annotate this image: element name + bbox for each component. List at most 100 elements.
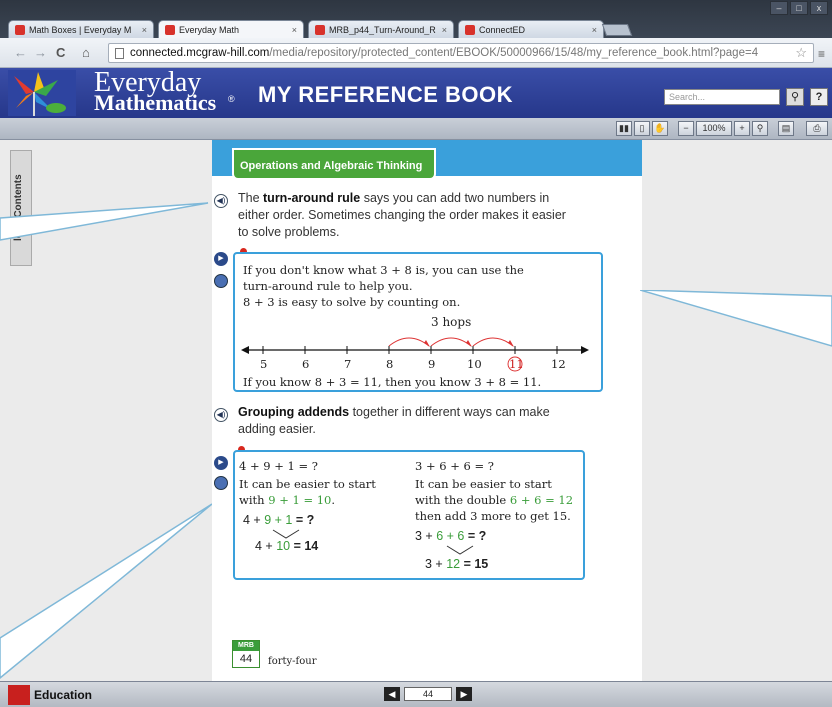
menu-icon[interactable]: ≡ <box>818 47 825 61</box>
search-icon[interactable]: ⚲ <box>786 88 804 106</box>
audio-speaker-icon[interactable]: ◀) <box>214 408 228 422</box>
page-number-input[interactable]: 44 <box>404 687 452 701</box>
left-result-line: 4 + 10 = 14 <box>255 539 319 553</box>
tick-label: 8 <box>386 357 394 371</box>
app-title: MY REFERENCE BOOK <box>258 82 514 107</box>
view-toolbar: ▮▮ ▯ ✋ − 100% + ⚲ ▤ ⎙ <box>0 118 832 140</box>
grouping-example-box: 4 + 9 + 1 = ? It can be easier to start … <box>233 450 585 580</box>
close-tab-icon[interactable]: × <box>142 25 147 35</box>
play-video-icon[interactable]: ▶ <box>214 252 228 266</box>
browser-tab-active[interactable]: Everyday Math × <box>158 20 304 39</box>
example-line: turn-around rule to help you. <box>243 279 413 293</box>
left-text: with 9 + 1 = 10. <box>239 493 336 507</box>
browser-tab[interactable]: MRB_p44_Turn-Around_R × <box>308 20 454 38</box>
play-video-icon[interactable]: ▶ <box>214 456 228 470</box>
example-line: If you don't know what 3 + 8 is, you can… <box>243 263 524 277</box>
next-page-button[interactable]: ▶ <box>456 687 472 701</box>
tick-label: 9 <box>428 357 436 371</box>
home-icon[interactable]: ⌂ <box>82 45 90 60</box>
reload-icon[interactable]: C <box>56 45 65 60</box>
new-tab-button[interactable] <box>601 24 633 36</box>
tick-label: 5 <box>260 357 268 371</box>
close-tab-icon[interactable]: × <box>292 25 297 35</box>
number-line-labels: 5 6 7 8 9 10 11 12 <box>241 356 591 372</box>
two-page-view-icon[interactable]: ▮▮ <box>616 121 632 136</box>
zoom-in-icon[interactable]: + <box>734 121 750 136</box>
close-tab-icon[interactable]: × <box>442 25 447 35</box>
minimize-window-button[interactable]: – <box>770 1 788 15</box>
audio-speaker-icon[interactable]: ◀) <box>214 194 228 208</box>
reader-content: le of Contents Operations and Algebraic … <box>0 140 832 681</box>
address-bar[interactable]: connected.mcgraw-hill.com/media/reposito… <box>108 43 814 63</box>
maximize-window-button[interactable]: □ <box>790 1 808 15</box>
close-tab-icon[interactable]: × <box>592 25 597 35</box>
hand-tool-icon[interactable]: ✋ <box>652 121 668 136</box>
grouping-addends-paragraph: Grouping addends together in different w… <box>238 405 550 436</box>
right-text: It can be easier to start <box>415 477 552 491</box>
close-window-button[interactable]: x <box>810 1 828 15</box>
previous-page-button[interactable]: ◀ <box>384 687 400 701</box>
right-result-line: 3 + 12 = 15 <box>425 557 489 571</box>
page-icon <box>115 47 124 59</box>
example-conclusion: If you know 8 + 3 = 11, then you know 3 … <box>243 375 542 389</box>
magnifier-icon[interactable]: ⚲ <box>752 121 768 136</box>
url-host: connected.mcgraw-hill.com <box>130 47 270 59</box>
right-grouping-line: 3 + 6 + 6 = ? <box>415 529 487 543</box>
forward-arrow-icon[interactable]: → <box>34 45 47 60</box>
right-text: with the double 6 + 6 = 12 <box>415 493 574 507</box>
help-button[interactable]: ? <box>810 88 828 106</box>
page-badge: MRB 44 <box>232 640 260 668</box>
callout-pointer <box>0 202 209 241</box>
callout-pointer <box>640 290 832 347</box>
right-equation: 3 + 6 + 6 = ? <box>415 459 494 473</box>
turn-around-example-box: If you don't know what 3 + 8 is, you can… <box>233 252 603 392</box>
site-favicon-icon <box>315 24 325 35</box>
single-page-view-icon[interactable]: ▯ <box>634 121 650 136</box>
browser-tab-strip: Math Boxes | Everyday M × Everyday Math … <box>0 0 832 39</box>
tick-label-highlighted: 11 <box>509 357 524 371</box>
page-badge-number: 44 <box>239 653 253 665</box>
star-icon[interactable]: ☆ <box>795 45 807 61</box>
site-favicon-icon <box>465 24 475 35</box>
app-header: Everyday Mathematics ® MY REFERENCE BOOK… <box>0 68 832 118</box>
tab-title: Math Boxes | Everyday M <box>29 24 132 35</box>
back-arrow-icon[interactable]: ← <box>14 45 27 60</box>
left-equation: 4 + 9 + 1 = ? <box>239 459 318 473</box>
globe-icon[interactable] <box>214 476 228 490</box>
section-title: Operations and Algebraic Thinking <box>232 148 436 180</box>
print-icon[interactable]: ⎙ <box>806 121 828 136</box>
publisher-label: Education <box>34 688 93 702</box>
tab-title: MRB_p44_Turn-Around_R <box>329 24 436 35</box>
status-bar: Education ◀ 44 ▶ <box>0 681 832 707</box>
browser-toolbar: ← → C ⌂ connected.mcgraw-hill.com/media/… <box>0 38 832 68</box>
tick-label: 6 <box>302 357 310 371</box>
url-path: /media/repository/protected_content/EBOO… <box>269 47 759 59</box>
tick-label: 10 <box>467 357 482 371</box>
zoom-level[interactable]: 100% <box>696 121 732 136</box>
reference-book-page: Operations and Algebraic Thinking ◀) The… <box>212 140 642 681</box>
site-favicon-icon <box>15 24 25 35</box>
globe-icon[interactable] <box>214 274 228 288</box>
tab-title: ConnectED <box>479 24 526 35</box>
tab-title: Everyday Math <box>179 25 240 35</box>
registered-mark: ® <box>228 94 235 104</box>
turn-around-rule-paragraph: The turn-around rule says you can add tw… <box>238 191 566 239</box>
notes-icon[interactable]: ▤ <box>778 121 794 136</box>
brand-line-2: Mathematics <box>94 90 217 115</box>
right-text: then add 3 more to get 15. <box>415 509 571 523</box>
browser-tab[interactable]: Math Boxes | Everyday M × <box>8 20 154 38</box>
tick-label: 7 <box>344 357 352 371</box>
tick-label: 12 <box>551 357 566 371</box>
mcgraw-hill-logo-icon <box>8 685 30 705</box>
page-badge-label: MRB <box>233 641 259 651</box>
callout-pointer <box>0 503 213 679</box>
page-number-words: forty-four <box>268 656 317 667</box>
left-text: It can be easier to start <box>239 477 376 491</box>
zoom-out-icon[interactable]: − <box>678 121 694 136</box>
search-input[interactable]: Search... <box>664 89 780 105</box>
example-line: 8 + 3 is easy to solve by counting on. <box>243 295 461 309</box>
pinwheel-logo-icon <box>8 70 76 116</box>
site-favicon-icon <box>165 25 175 35</box>
group-arrow <box>446 545 474 555</box>
browser-tab[interactable]: ConnectED × <box>458 20 604 38</box>
